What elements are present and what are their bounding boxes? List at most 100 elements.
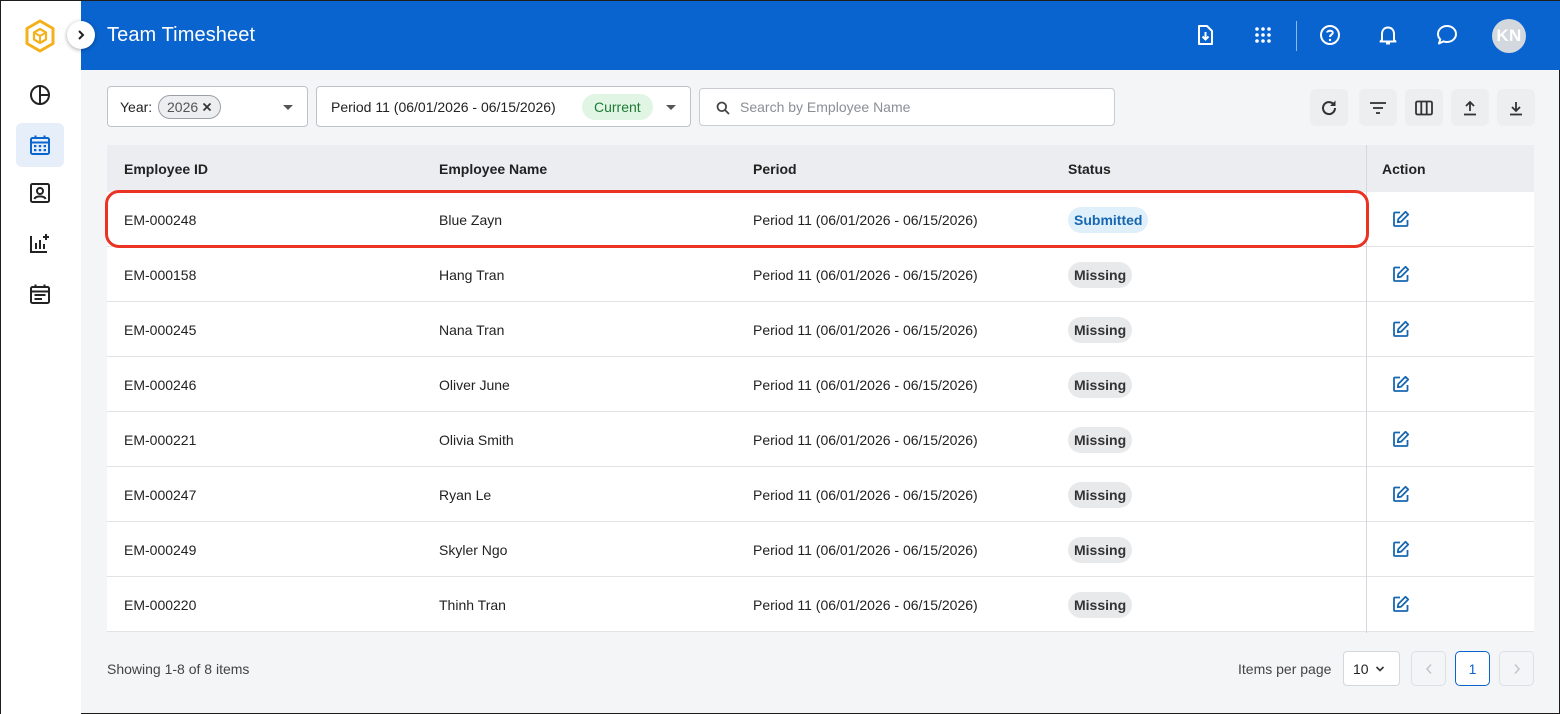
upload-icon — [1464, 100, 1476, 115]
analytics-add-icon — [30, 234, 49, 253]
table-header: Employee ID Employee Name Period Status … — [107, 145, 1534, 192]
sidebar-item-employees[interactable] — [16, 171, 64, 215]
filter-button[interactable] — [1359, 89, 1397, 126]
table-row: EM-000221 Olivia Smith Period 11 (06/01/20… — [107, 412, 1534, 467]
sidebar-item-events[interactable] — [16, 272, 64, 316]
notifications-button[interactable] — [1374, 21, 1402, 49]
table-row: EM-000247 Ryan Le Period 11 (06/01/2026 - … — [107, 467, 1534, 522]
period-cell: Period 11 (06/01/2026 - 06/15/2026) — [753, 597, 978, 613]
column-header-employee-name[interactable]: Employee Name — [439, 161, 547, 177]
period-cell: Period 11 (06/01/2026 - 06/15/2026) — [753, 322, 978, 338]
refresh-button[interactable] — [1310, 89, 1348, 126]
edit-icon — [1393, 540, 1410, 557]
download-doc-icon — [1198, 25, 1213, 45]
employee-id-cell: EM-000245 — [124, 322, 197, 338]
status-badge: Missing — [1068, 592, 1133, 618]
period-cell: Period 11 (06/01/2026 - 06/15/2026) — [753, 377, 978, 393]
edit-button[interactable] — [1392, 595, 1412, 615]
user-avatar[interactable]: KN — [1492, 19, 1526, 53]
apps-grid-button[interactable] — [1249, 21, 1277, 49]
download-icon — [1510, 101, 1522, 115]
sidebar — [1, 1, 81, 714]
chevron-right-icon — [1513, 663, 1520, 674]
event-note-icon — [30, 284, 50, 304]
chat-button[interactable] — [1433, 21, 1461, 49]
employee-id-cell: EM-000248 — [124, 212, 197, 228]
edit-icon — [1393, 265, 1410, 282]
download-button[interactable] — [1497, 89, 1535, 126]
edit-button[interactable] — [1392, 210, 1412, 230]
employee-name-cell: Hang Tran — [439, 267, 505, 283]
employee-name-cell: Olivia Smith — [439, 432, 514, 448]
top-header: Team Timesheet KN — [81, 1, 1560, 70]
year-label: Year: — [120, 99, 153, 115]
filter-icon — [1370, 101, 1386, 114]
sidebar-item-timesheet[interactable] — [16, 123, 64, 167]
status-badge: Missing — [1068, 317, 1133, 343]
items-per-page-select[interactable]: 10 — [1343, 651, 1400, 686]
column-header-status[interactable]: Status — [1068, 161, 1111, 177]
period-select[interactable]: Period 11 (06/01/2026 - 06/15/2026) Curr… — [316, 86, 691, 127]
close-icon[interactable] — [202, 102, 212, 112]
status-badge: Submitted — [1068, 207, 1149, 233]
status-badge: Missing — [1068, 427, 1133, 453]
prev-page-button[interactable] — [1411, 651, 1446, 686]
employee-name-cell: Oliver June — [439, 377, 510, 393]
table-row: EM-000220 Thinh Tran Period 11 (06/01/2026… — [107, 577, 1534, 632]
edit-button[interactable] — [1392, 540, 1412, 560]
contact-card-icon — [30, 183, 50, 203]
sidebar-item-dashboard[interactable] — [16, 73, 64, 117]
app-logo-icon[interactable] — [23, 19, 57, 53]
period-cell: Period 11 (06/01/2026 - 06/15/2026) — [753, 432, 978, 448]
showing-count: Showing 1-8 of 8 items — [107, 661, 250, 677]
edit-button[interactable] — [1392, 265, 1412, 285]
employee-name-cell: Thinh Tran — [439, 597, 506, 613]
edit-button[interactable] — [1392, 320, 1412, 340]
action-column-divider — [1366, 145, 1367, 633]
expand-sidebar-button[interactable] — [67, 21, 95, 49]
table-row: EM-000246 Oliver June Period 11 (06/01/202… — [107, 357, 1534, 412]
search-field[interactable] — [699, 88, 1115, 126]
period-value: Period 11 (06/01/2026 - 06/15/2026) — [331, 99, 556, 115]
employee-id-cell: EM-000247 — [124, 487, 197, 503]
year-select[interactable]: Year: 2026 — [107, 86, 308, 127]
period-cell: Period 11 (06/01/2026 - 06/15/2026) — [753, 212, 978, 228]
period-cell: Period 11 (06/01/2026 - 06/15/2026) — [753, 267, 978, 283]
caret-down-icon — [283, 105, 293, 110]
employee-id-cell: EM-000158 — [124, 267, 197, 283]
edit-icon — [1393, 485, 1410, 502]
edit-icon — [1393, 375, 1410, 392]
status-badge: Missing — [1068, 372, 1133, 398]
table-row: EM-000158 Hang Tran Period 11 (06/01/2026 … — [107, 247, 1534, 302]
column-header-employee-id[interactable]: Employee ID — [124, 161, 208, 177]
employee-id-cell: EM-000220 — [124, 597, 197, 613]
search-input[interactable] — [740, 97, 1100, 117]
employee-name-cell: Blue Zayn — [439, 212, 503, 228]
year-chip-value: 2026 — [167, 99, 199, 115]
status-badge: Missing — [1068, 537, 1133, 563]
year-chip[interactable]: 2026 — [158, 95, 222, 119]
sidebar-item-reports[interactable] — [16, 221, 64, 265]
apps-grid-icon — [1255, 27, 1271, 43]
chat-icon — [1437, 25, 1457, 45]
help-icon — [1320, 25, 1340, 45]
download-doc-button[interactable] — [1191, 21, 1219, 49]
employee-id-cell: EM-000249 — [124, 542, 197, 558]
page-title: Team Timesheet — [107, 24, 256, 46]
page-button-current[interactable]: 1 — [1455, 651, 1490, 686]
help-button[interactable] — [1316, 21, 1344, 49]
table-body: EM-000248 Blue Zayn Period 11 (06/01/2026 … — [107, 192, 1534, 632]
edit-button[interactable] — [1392, 430, 1412, 450]
upload-button[interactable] — [1451, 89, 1489, 126]
edit-icon — [1393, 595, 1410, 612]
chevron-left-icon — [1425, 663, 1432, 674]
period-cell: Period 11 (06/01/2026 - 06/15/2026) — [753, 487, 978, 503]
column-header-action: Action — [1382, 161, 1426, 177]
edit-button[interactable] — [1392, 375, 1412, 395]
columns-button[interactable] — [1405, 89, 1443, 126]
caret-down-icon — [666, 105, 676, 110]
table-row: EM-000248 Blue Zayn Period 11 (06/01/2026 … — [107, 192, 1534, 247]
column-header-period[interactable]: Period — [753, 161, 797, 177]
edit-button[interactable] — [1392, 485, 1412, 505]
next-page-button[interactable] — [1499, 651, 1534, 686]
